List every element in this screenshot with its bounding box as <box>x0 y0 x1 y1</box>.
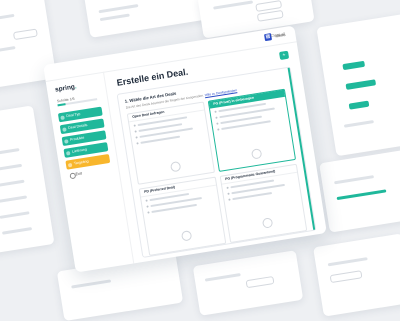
plus-icon[interactable]: + <box>278 50 290 61</box>
step-label: Deal Typ <box>66 111 81 119</box>
background-card-right-top <box>316 13 400 157</box>
step-label: Produkte <box>69 135 85 142</box>
option-pd-preferred[interactable]: PD (Preferred Deal) <box>138 176 227 256</box>
exit-icon <box>69 172 77 180</box>
option-pg-programmatic[interactable]: PG (Programmatic Guaranteed) <box>219 163 308 244</box>
check-icon <box>63 138 69 144</box>
option-icon <box>169 160 182 173</box>
main-content: Close all Erstelle ein Deal. + 1. Wähle … <box>105 32 323 263</box>
option-icon <box>180 230 193 242</box>
option-icon <box>261 217 274 229</box>
background-card-bottom-right <box>313 233 400 317</box>
background-card-bottom-center <box>192 250 304 316</box>
step-label: Lieferung <box>71 147 88 154</box>
background-card-right-bottom <box>319 149 400 233</box>
check-icon <box>65 150 71 156</box>
logo: spring. <box>54 83 78 94</box>
option-open-deal[interactable]: Open Deal Anfragen <box>126 101 216 185</box>
deal-type-section: 1. Wähle die Art des Deals Die Art des D… <box>116 66 317 258</box>
check-icon <box>67 162 73 167</box>
step-label: Deal Details <box>67 122 88 130</box>
check-icon <box>62 126 67 132</box>
check-icon <box>60 114 65 120</box>
step-label: Targeting <box>73 159 89 166</box>
option-icon <box>250 148 263 160</box>
progress-fill <box>57 103 66 106</box>
step-list: Deal Typ Deal Details Produkte Lieferung… <box>57 106 112 180</box>
deal-wizard-window: ▦ Menu spring. Schritte 1/6 Deal Typ Dea… <box>43 25 327 273</box>
background-card-left-middle <box>0 105 55 255</box>
logo-text: spring <box>54 83 76 94</box>
option-pg-privat[interactable]: PG (Privat) in einbezogen <box>207 88 297 172</box>
exit-label: Exit <box>75 171 83 177</box>
